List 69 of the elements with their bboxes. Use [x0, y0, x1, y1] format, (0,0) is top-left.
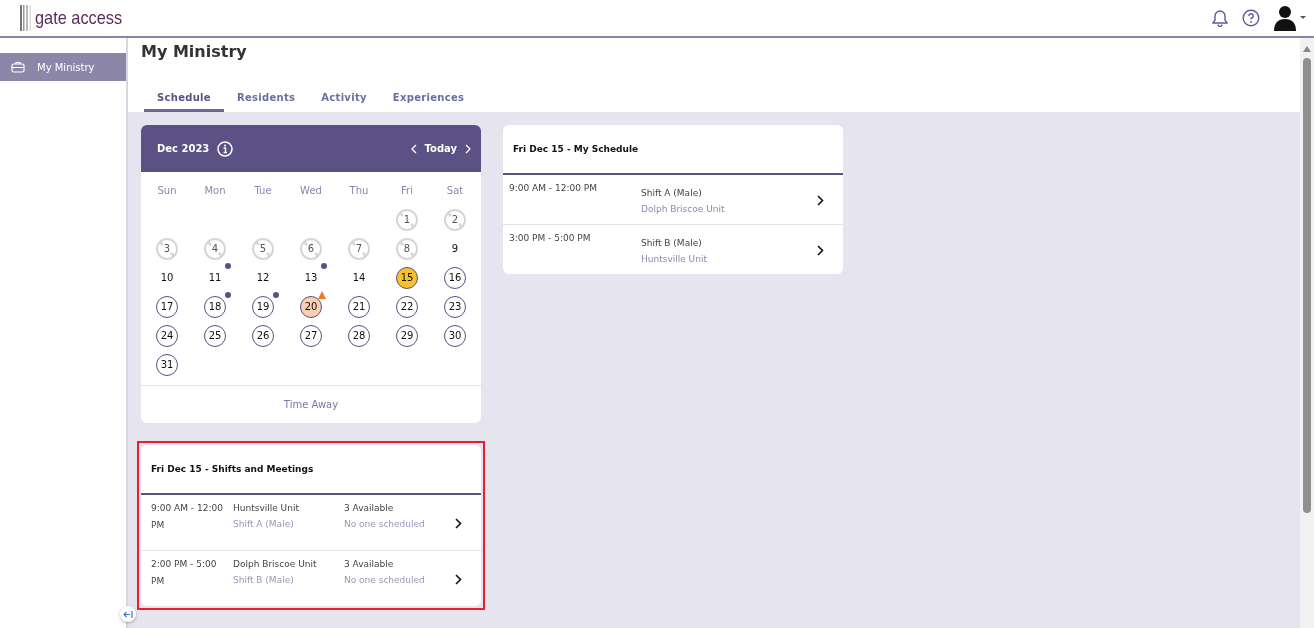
- weekday-label: Wed: [300, 183, 322, 198]
- bell-icon[interactable]: [1212, 9, 1228, 27]
- availability: 3 Available: [344, 503, 395, 513]
- collapse-icon: [123, 609, 133, 619]
- schedule-row[interactable]: 3:00 PM - 5:00 PM Shift B (Male) Huntsville Unit: [503, 225, 843, 274]
- scrollbar-thumb[interactable]: [1303, 58, 1311, 513]
- shift-time: 3:00 PM - 5:00 PM: [509, 233, 592, 245]
- chevron-right-icon: [455, 518, 462, 529]
- shift-row[interactable]: 2:00 PM - 5:00 PM Dolph Briscoe Unit Shift B (Male) 3 Available No one scheduled: [141, 551, 481, 606]
- scheduled-status: No one scheduled: [344, 519, 426, 529]
- chevron-right-icon: [817, 245, 824, 256]
- weekday-label: Thu: [349, 183, 369, 198]
- user-avatar-icon[interactable]: [1274, 5, 1306, 31]
- calendar-day[interactable]: 10: [156, 266, 178, 289]
- month-label: Dec 2023: [157, 143, 210, 154]
- card-title: Fri Dec 15 - My Schedule: [503, 125, 843, 175]
- app-logo: gate access: [35, 7, 123, 29]
- calendar-day[interactable]: 14: [348, 266, 370, 289]
- logo-bars-icon: [20, 5, 32, 31]
- calendar-day[interactable]: 5: [252, 237, 274, 260]
- shift-time: 2:00 PM - 5:00 PM: [151, 558, 218, 588]
- calendar-day[interactable]: 3: [156, 237, 178, 260]
- calendar-day[interactable]: 8: [396, 237, 418, 260]
- shift-name: Shift B (Male): [233, 575, 295, 585]
- calendar-day[interactable]: 2: [444, 208, 466, 231]
- tab[interactable]: Activity: [308, 86, 380, 112]
- tab[interactable]: Residents: [223, 86, 309, 112]
- weekday-label: Fri: [401, 183, 413, 198]
- page-title: My Ministry: [141, 42, 248, 63]
- info-icon[interactable]: [217, 140, 234, 157]
- previous-month-icon[interactable]: [410, 143, 417, 154]
- unit-name: Dolph Briscoe Unit: [233, 559, 318, 569]
- calendar-day[interactable]: 7: [348, 237, 370, 260]
- calendar-day[interactable]: 9: [444, 237, 466, 260]
- calendar-day[interactable]: 15: [396, 266, 418, 289]
- calendar-day[interactable]: 20: [300, 295, 322, 318]
- tab[interactable]: Experiences: [379, 86, 478, 112]
- calendar-day[interactable]: 6: [300, 237, 322, 260]
- unit-name: Huntsville Unit: [233, 503, 300, 513]
- shift-name: Shift A (Male): [233, 519, 295, 529]
- shift-time: 9:00 AM - 12:00 PM: [509, 183, 598, 195]
- time-away-link[interactable]: Time Away: [283, 399, 339, 410]
- card-title: Fri Dec 15 - Shifts and Meetings: [141, 445, 481, 495]
- chevron-right-icon: [455, 574, 462, 585]
- next-month-icon[interactable]: [465, 143, 471, 154]
- collapse-sidebar-button[interactable]: [120, 606, 136, 622]
- schedule-row[interactable]: 9:00 AM - 12:00 PM Shift A (Male) Dolph Briscoe Unit: [503, 175, 843, 225]
- weekday-label: Sat: [446, 183, 464, 198]
- chevron-right-icon: [817, 195, 824, 206]
- calendar-day[interactable]: 11: [204, 266, 226, 289]
- shift-row[interactable]: 9:00 AM - 12:00 PM Huntsville Unit Shift A (Male) 3 Available No one scheduled: [141, 495, 481, 551]
- unit-name: Huntsville Unit: [641, 254, 708, 264]
- help-icon[interactable]: [1242, 9, 1260, 27]
- calendar-day[interactable]: 12: [252, 266, 274, 289]
- availability: 3 Available: [344, 559, 395, 569]
- shift-time: 9:00 AM - 12:00 PM: [151, 502, 223, 532]
- scheduled-status: No one scheduled: [344, 575, 426, 585]
- shift-name: Shift A (Male): [641, 188, 703, 198]
- calendar-day[interactable]: 4: [204, 237, 226, 260]
- scroll-up-icon[interactable]: [1303, 46, 1311, 52]
- unit-name: Dolph Briscoe Unit: [641, 204, 726, 214]
- weekday-label: Tue: [254, 183, 272, 198]
- calendar-day[interactable]: 1: [396, 208, 418, 231]
- shift-name: Shift B (Male): [641, 238, 703, 248]
- briefcase-icon: [11, 61, 25, 73]
- today-button[interactable]: Today: [424, 143, 457, 154]
- weekday-label: Mon: [204, 183, 226, 198]
- calendar-day[interactable]: 13: [300, 266, 322, 289]
- weekday-label: Sun: [157, 183, 177, 198]
